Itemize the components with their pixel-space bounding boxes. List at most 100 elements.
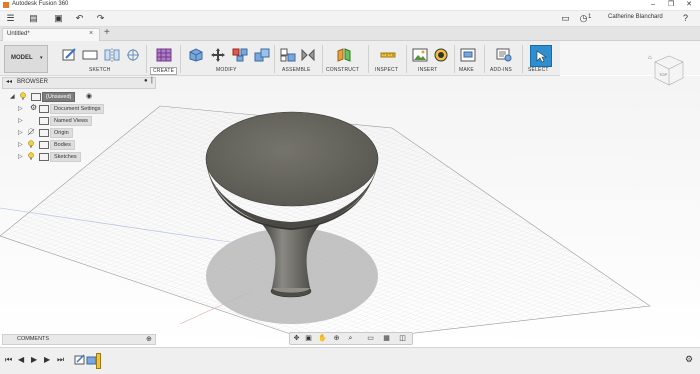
ribbon-separator xyxy=(368,45,369,73)
visibility-bulb-icon[interactable] xyxy=(19,92,27,100)
move-icon[interactable] xyxy=(210,48,226,62)
mirror-icon[interactable] xyxy=(104,48,120,62)
save-icon[interactable]: ▣ xyxy=(53,13,64,24)
home-view-icon[interactable]: ⌂ xyxy=(648,55,652,61)
model-cap-top xyxy=(205,111,379,207)
new-component-icon[interactable] xyxy=(280,48,296,62)
orbit-icon[interactable]: ✥ xyxy=(292,334,301,343)
tree-item-label[interactable]: Document Settings xyxy=(50,104,105,114)
folder-icon xyxy=(39,153,49,161)
assemble-group-label[interactable]: ASSEMBLE xyxy=(282,67,311,73)
ribbon-separator xyxy=(180,45,181,73)
activate-radio-icon[interactable]: ◉ xyxy=(86,92,92,100)
tree-row-bodies[interactable]: ▷ Bodies xyxy=(18,140,118,150)
pan-icon[interactable]: ✋ xyxy=(318,334,327,343)
insert-group-label[interactable]: INSERT xyxy=(418,67,437,73)
tree-item-label[interactable]: Sketches xyxy=(50,152,81,162)
make-3d-print-icon[interactable] xyxy=(460,48,476,62)
tree-item-label[interactable]: Bodies xyxy=(50,140,75,150)
sketch-icon[interactable] xyxy=(62,48,78,62)
construct-group-label[interactable]: CONSTRUCT xyxy=(326,67,359,73)
visibility-bulb-icon[interactable] xyxy=(27,152,35,160)
display-settings-icon[interactable]: ▭ xyxy=(366,334,375,343)
measure-icon[interactable] xyxy=(380,48,396,62)
expand-toggle-icon[interactable]: ◢ xyxy=(10,93,15,100)
select-group-label[interactable]: SELECT xyxy=(528,67,549,73)
ribbon-separator xyxy=(484,45,485,73)
fit-icon[interactable]: ⌕ xyxy=(346,334,355,343)
tree-row-sketches[interactable]: ▷ Sketches xyxy=(18,152,118,162)
expand-toggle-icon[interactable]: ▷ xyxy=(18,117,23,124)
joint-icon[interactable] xyxy=(300,48,316,62)
folder-icon xyxy=(39,117,49,125)
add-ins-group-label[interactable]: ADD-INS xyxy=(490,67,512,73)
look-at-icon[interactable]: ▣ xyxy=(304,334,313,343)
pin-icon[interactable]: ● xyxy=(144,78,148,84)
tree-row-origin[interactable]: ▷ Origin xyxy=(18,128,118,138)
combine-icon[interactable] xyxy=(254,48,270,62)
last-icon[interactable]: ⏭ xyxy=(57,355,64,365)
scripts-icon[interactable] xyxy=(496,48,512,62)
new-tab-icon[interactable]: + xyxy=(104,27,110,38)
first-icon[interactable]: ⏮ xyxy=(5,355,12,365)
expand-toggle-icon[interactable]: ▷ xyxy=(18,105,23,112)
rectangle-icon[interactable] xyxy=(82,48,98,62)
chevron-down-icon: ▾ xyxy=(40,55,43,61)
make-group-label[interactable]: MAKE xyxy=(459,67,474,73)
sketch-group-label[interactable]: SKETCH xyxy=(89,67,110,73)
workspace-selector[interactable]: MODEL ▾ xyxy=(4,45,48,73)
sketch-feature-icon[interactable] xyxy=(74,354,86,366)
menu-icon[interactable]: ☰ xyxy=(5,13,16,24)
insert-image-icon[interactable] xyxy=(412,48,428,62)
add-comment-icon[interactable]: ⊕ xyxy=(146,335,152,343)
play-icon[interactable]: ▶ xyxy=(31,355,37,364)
zoom-icon[interactable]: ⊕ xyxy=(332,334,341,343)
grid-icon[interactable]: ▦ xyxy=(382,334,391,343)
tree-row-root[interactable]: ◢ (Unsaved) ◉ xyxy=(10,92,100,102)
browser-panel-header[interactable]: ◂◂ BROWSER ● | xyxy=(2,77,156,89)
press-pull-icon[interactable] xyxy=(188,48,204,62)
tree-root-label[interactable]: (Unsaved) xyxy=(42,92,76,102)
select-button[interactable] xyxy=(530,45,552,67)
app-bar: ☰ ▤ ▣ ↶ ↷ ▭ ◷ 1 Catherine Blanchard ? xyxy=(0,11,700,27)
folder-icon xyxy=(39,129,49,137)
expand-toggle-icon[interactable]: ▷ xyxy=(18,129,23,136)
help-icon[interactable]: ? xyxy=(680,13,691,24)
redo-icon[interactable]: ↷ xyxy=(95,13,106,24)
create-form-icon[interactable] xyxy=(156,48,172,62)
create-group-label[interactable]: CREATE xyxy=(150,67,178,75)
notifications-icon[interactable]: ▭ xyxy=(560,13,571,24)
previous-icon[interactable]: ◀ xyxy=(18,355,24,364)
collapse-panel-icon[interactable]: ◂◂ xyxy=(6,78,12,85)
tree-row-document-settings[interactable]: ▷ ⚙ Document Settings xyxy=(18,103,118,114)
split-body-icon[interactable] xyxy=(232,48,248,62)
modify-group-label[interactable]: MODIFY xyxy=(216,67,237,73)
timeline-marker[interactable] xyxy=(96,353,101,369)
restore-icon[interactable]: ❐ xyxy=(662,0,680,10)
viewports-icon[interactable]: ◫ xyxy=(398,334,407,343)
visibility-off-icon[interactable] xyxy=(27,128,35,136)
minimize-icon[interactable]: – xyxy=(644,0,662,10)
tab-untitled[interactable]: Untitled* × xyxy=(2,28,100,41)
close-icon[interactable]: ✕ xyxy=(680,0,698,10)
insert-decal-icon[interactable] xyxy=(433,48,449,62)
offset-plane-icon[interactable] xyxy=(125,48,141,62)
construct-plane-icon[interactable] xyxy=(336,48,352,62)
expand-toggle-icon[interactable]: ▷ xyxy=(18,141,23,148)
undo-icon[interactable]: ↶ xyxy=(74,13,85,24)
panel-options-icon[interactable]: | xyxy=(151,77,153,84)
visibility-bulb-icon[interactable] xyxy=(27,140,35,148)
close-tab-icon[interactable]: × xyxy=(89,30,93,37)
folder-icon xyxy=(39,105,49,113)
comments-panel-header[interactable]: COMMENTS ⊕ xyxy=(2,334,156,345)
file-icon[interactable]: ▤ xyxy=(28,13,39,24)
expand-toggle-icon[interactable]: ▷ xyxy=(18,153,23,160)
tree-row-named-views[interactable]: ▷ Named Views xyxy=(18,116,118,126)
tree-item-label[interactable]: Origin xyxy=(50,128,73,138)
viewcube[interactable]: TOP xyxy=(650,52,688,90)
timeline-settings-icon[interactable]: ⚙ xyxy=(685,354,693,365)
user-name[interactable]: Catherine Blanchard xyxy=(608,14,663,20)
inspect-group-label[interactable]: INSPECT xyxy=(375,67,398,73)
tree-item-label[interactable]: Named Views xyxy=(50,116,92,126)
next-icon[interactable]: ▶ xyxy=(44,355,50,364)
